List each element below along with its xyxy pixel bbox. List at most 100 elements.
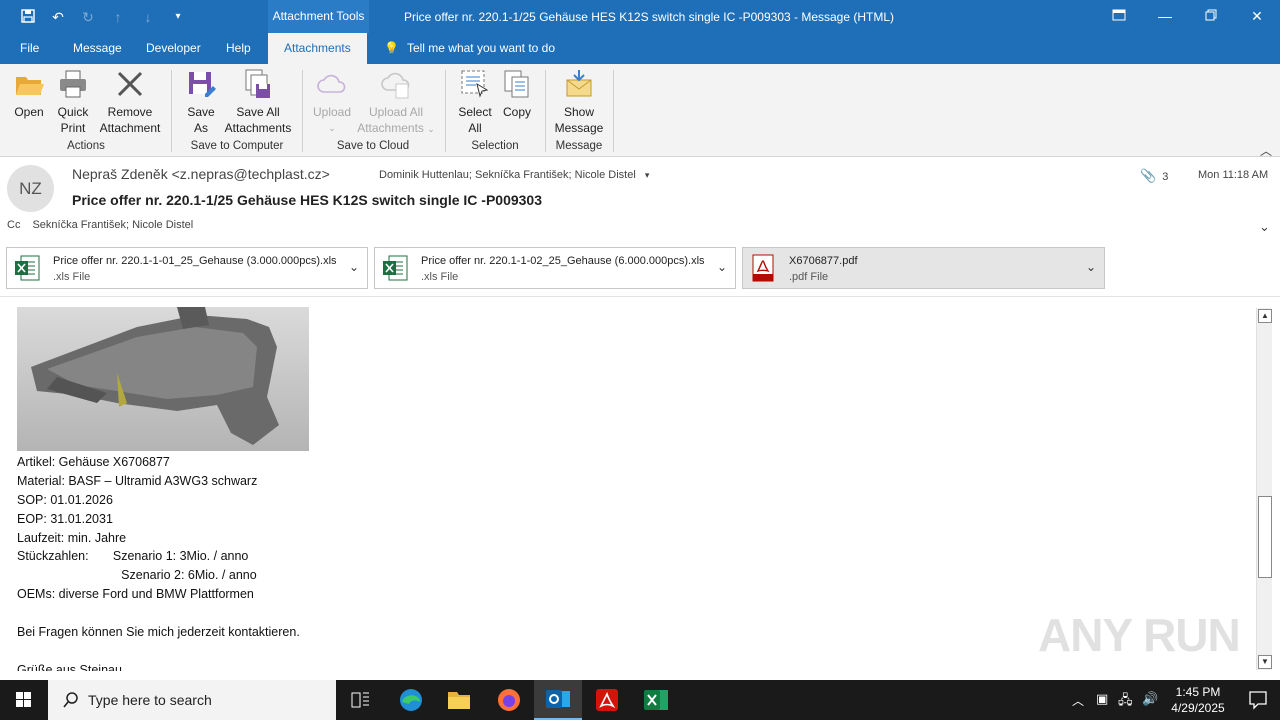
pdf-file-icon: [752, 254, 774, 282]
start-button[interactable]: [0, 680, 48, 720]
tab-help[interactable]: Help: [226, 33, 251, 64]
cc-line: Cc Sekníčka František; Nicole Distel: [7, 219, 193, 231]
device-icon[interactable]: ▣: [1096, 691, 1108, 707]
folder-open-icon: [16, 77, 44, 95]
avatar: NZ: [7, 165, 54, 212]
open-button[interactable]: Open: [8, 68, 50, 120]
ribbon-tabs: File Message Developer Help Attachments …: [0, 33, 1280, 64]
clock-date: 4/29/2025: [1171, 701, 1225, 715]
save-all-icon: [245, 69, 270, 98]
ribbon-separator: [445, 70, 446, 152]
paperclip-icon: 📎: [1140, 168, 1157, 183]
redo-icon[interactable]: ↻: [78, 8, 98, 26]
notifications-icon[interactable]: [1236, 680, 1280, 720]
excel-file-icon: [15, 255, 40, 281]
scroll-thumb[interactable]: [1258, 496, 1272, 578]
excel-file-icon: [383, 255, 408, 281]
copy-button[interactable]: Copy: [498, 68, 536, 120]
undo-icon[interactable]: ↶: [48, 8, 68, 26]
body-line: Stückzahlen: Szenario 1: 3Mio. / anno: [17, 549, 249, 564]
upload-button[interactable]: Upload ⌄: [308, 68, 356, 136]
save-icon[interactable]: [18, 8, 38, 26]
remove-x-icon: [117, 71, 143, 97]
search-placeholder: Type here to search: [88, 692, 212, 708]
attachment-item[interactable]: Price offer nr. 220.1-1-02_25_Gehause (6…: [374, 247, 736, 289]
down-arrow-icon[interactable]: ↓: [138, 8, 158, 26]
cloud-icon: [317, 74, 346, 93]
to-recipients[interactable]: Dominik Huttenlau; Sekníčka František; N…: [379, 169, 649, 181]
tab-attachments[interactable]: Attachments: [268, 33, 367, 64]
body-line: SOP: 01.01.2026: [17, 492, 113, 507]
copy-icon: [504, 70, 529, 98]
expand-header-icon[interactable]: ⌄: [1259, 219, 1270, 235]
copy-label: Copy: [502, 105, 531, 119]
ribbon-separator: [613, 70, 614, 152]
network-icon[interactable]: 🖧: [1118, 691, 1133, 713]
chevron-down-icon: ⌄: [328, 123, 336, 133]
file-explorer-icon[interactable]: [435, 680, 483, 720]
scroll-up-arrow[interactable]: ▲: [1258, 309, 1272, 323]
volume-icon[interactable]: 🔊: [1142, 691, 1158, 707]
vertical-scrollbar[interactable]: ▲ ▼: [1256, 308, 1272, 670]
body-line: [17, 604, 300, 623]
acrobat-icon[interactable]: [583, 680, 631, 720]
attachment-tools-context: Attachment Tools: [268, 0, 369, 33]
open-label: Open: [14, 105, 44, 119]
upload-label: Upload: [312, 105, 352, 119]
cc-recipients[interactable]: Sekníčka František; Nicole Distel: [32, 219, 193, 231]
body-line: EOP: 31.01.2031: [17, 511, 113, 526]
chevron-down-icon: ⌄: [427, 124, 435, 134]
message-body: Artikel: Gehäuse X6706877 Material: BASF…: [17, 453, 300, 671]
excel-icon[interactable]: [632, 680, 680, 720]
body-line: Grüße aus Steinau: [17, 662, 122, 671]
remove-attachment-button[interactable]: Remove Attachment: [96, 68, 164, 136]
close-button[interactable]: ✕: [1234, 0, 1280, 33]
show-message-button[interactable]: Show Message: [552, 68, 606, 136]
group-actions-label: Actions: [67, 140, 105, 152]
save-all-label-2: Attachments: [224, 121, 292, 135]
upload-all-label-2-row: Attachments ⌄: [354, 120, 438, 137]
tab-file[interactable]: File: [20, 33, 39, 64]
chevron-down-icon[interactable]: ⌄: [1086, 260, 1096, 274]
windows-icon: [16, 692, 31, 707]
upload-all-button[interactable]: Upload All Attachments ⌄: [354, 68, 438, 137]
attachment-name: Price offer nr. 220.1-1-02_25_Gehause (6…: [421, 255, 705, 267]
attachment-count: 📎 3: [1140, 168, 1168, 184]
save-all-attachments-button[interactable]: Save All Attachments: [222, 68, 294, 136]
tell-me-search[interactable]: 💡 Tell me what you want to do: [384, 33, 555, 64]
ribbon-separator: [302, 70, 303, 152]
save-as-button[interactable]: Save As: [180, 68, 222, 136]
outlook-icon[interactable]: [534, 680, 582, 720]
customize-qat-icon[interactable]: ▾: [168, 8, 188, 26]
tab-developer[interactable]: Developer: [146, 33, 201, 64]
show-message-icon: [566, 70, 592, 97]
attachment-item[interactable]: Price offer nr. 220.1-1-01_25_Gehause (3…: [6, 247, 368, 289]
taskbar-search[interactable]: Type here to search: [48, 680, 336, 720]
attachment-type: .xls File: [421, 271, 459, 283]
chevron-down-icon: ▾: [644, 170, 650, 180]
up-arrow-icon[interactable]: ↑: [108, 8, 128, 26]
clock[interactable]: 1:45 PM 4/29/2025: [1160, 684, 1236, 716]
tab-message[interactable]: Message: [73, 33, 122, 64]
quick-print-button[interactable]: Quick Print: [52, 68, 94, 136]
minimize-button[interactable]: —: [1142, 0, 1188, 33]
firefox-icon[interactable]: [485, 680, 533, 720]
sender[interactable]: Nepraš Zdeněk <z.nepras@techplast.cz>: [72, 166, 330, 182]
ribbon-display-options-icon[interactable]: [1096, 0, 1142, 33]
ribbon: Open Quick Print Remove Attachment Actio…: [0, 64, 1280, 159]
body-line: Szenario 2: 6Mio. / anno: [17, 568, 257, 583]
divider: [0, 296, 1280, 297]
collapse-ribbon-icon[interactable]: ︿: [1260, 142, 1272, 159]
attachment-name: X6706877.pdf: [789, 255, 858, 267]
task-view-icon[interactable]: [336, 680, 384, 720]
attachment-item[interactable]: X6706877.pdf .pdf File ⌄: [742, 247, 1105, 289]
chevron-up-icon[interactable]: ︿: [1072, 692, 1084, 709]
show-message-label-2: Message: [554, 121, 604, 135]
maximize-button[interactable]: [1188, 0, 1234, 33]
chevron-down-icon[interactable]: ⌄: [717, 260, 727, 274]
scroll-down-arrow[interactable]: ▼: [1258, 655, 1272, 669]
edge-browser-icon[interactable]: [387, 680, 435, 720]
save-as-icon: [189, 72, 216, 97]
chevron-down-icon[interactable]: ⌄: [349, 260, 359, 274]
select-all-button[interactable]: Select All: [454, 68, 496, 136]
